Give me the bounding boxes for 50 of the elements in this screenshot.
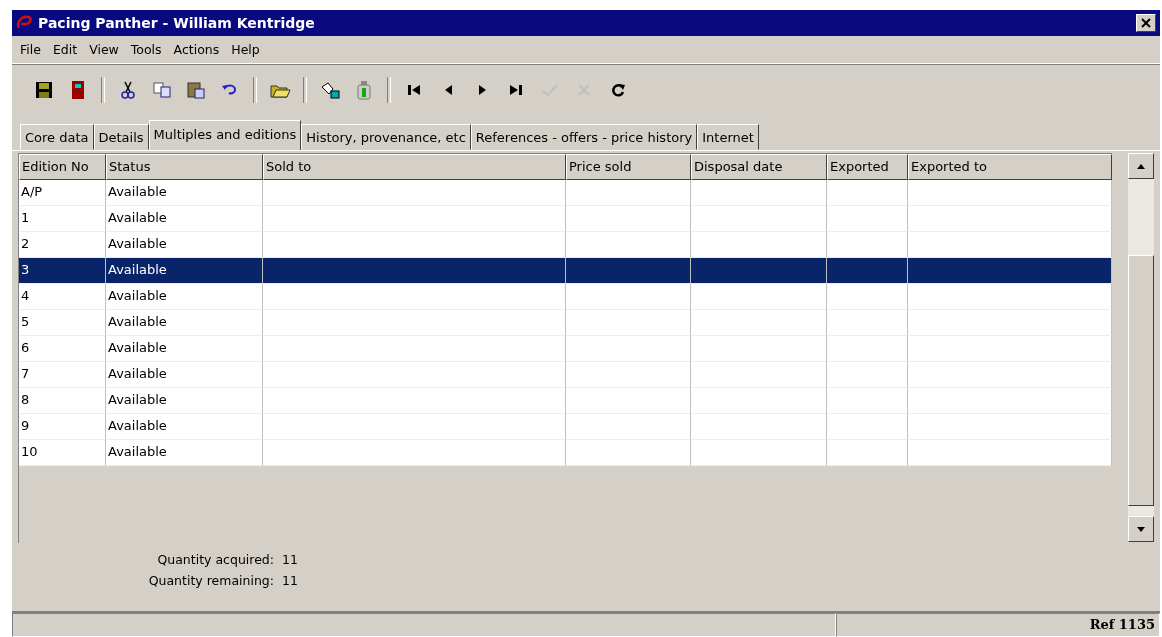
table-cell: Available [106, 440, 263, 466]
menu-item[interactable]: Edit [46, 40, 84, 59]
table-row[interactable]: 5 Available [19, 310, 1112, 336]
tab[interactable]: Details [93, 124, 149, 150]
table-row[interactable]: 6 Available [19, 336, 1112, 362]
scroll-down-button[interactable] [1128, 516, 1154, 542]
clipboard-icon [185, 79, 207, 101]
previous-icon [443, 84, 453, 96]
tab[interactable]: History, provenance, etc [301, 124, 471, 150]
table-row[interactable]: 2 Available [19, 232, 1112, 258]
table-row[interactable]: 1 Available [19, 206, 1112, 232]
tab[interactable]: Core data [20, 124, 94, 150]
menu-item[interactable]: File [14, 40, 47, 59]
quantity-value: 11 [282, 573, 298, 588]
tab[interactable]: Internet [697, 124, 759, 150]
tab[interactable]: Multiples and editions [148, 120, 302, 150]
vertical-scrollbar[interactable] [1128, 153, 1154, 542]
table-row[interactable]: 4 Available [19, 284, 1112, 310]
table-row[interactable]: A/P Available [19, 180, 1112, 206]
column-header[interactable]: Exported to [908, 154, 1112, 180]
column-header[interactable]: Status [106, 154, 263, 180]
table-row[interactable]: 8 Available [19, 388, 1112, 414]
quantity-value: 11 [282, 552, 298, 567]
next-icon [477, 84, 487, 96]
menu-item[interactable]: Actions [167, 40, 226, 59]
scroll-up-button[interactable] [1128, 153, 1154, 179]
column-header[interactable]: Price sold [566, 154, 691, 180]
close-icon [1141, 18, 1151, 28]
scroll-thumb[interactable] [1128, 255, 1154, 506]
menu-item[interactable]: View [83, 40, 125, 59]
table-row[interactable]: 10 Available [19, 440, 1112, 466]
down-arrow-icon [1137, 526, 1145, 532]
column-header[interactable]: Exported [827, 154, 908, 180]
table-row[interactable]: 9 Available [19, 414, 1112, 440]
quantity-label: Quantity remaining: [147, 573, 274, 588]
copy-icon [151, 79, 173, 101]
window-title: Pacing Panther - William Kentridge [38, 15, 316, 31]
menu-item[interactable]: Tools [124, 40, 168, 59]
up-arrow-icon [1137, 163, 1145, 169]
table-row[interactable]: 3 Available [19, 258, 1112, 284]
column-header[interactable]: Sold to [263, 154, 566, 180]
status-ref: Ref 1135 [836, 613, 1160, 637]
table-row[interactable]: 7 Available [19, 362, 1112, 388]
menu-item[interactable]: Help [225, 40, 266, 59]
tab[interactable]: References - offers - price history [470, 124, 698, 150]
quantity-label: Quantity acquired: [156, 552, 274, 567]
column-header[interactable]: Disposal date [691, 154, 827, 180]
table-cell: 10 [19, 440, 106, 466]
column-header[interactable]: Edition No [19, 154, 106, 180]
close-button[interactable] [1136, 14, 1156, 32]
